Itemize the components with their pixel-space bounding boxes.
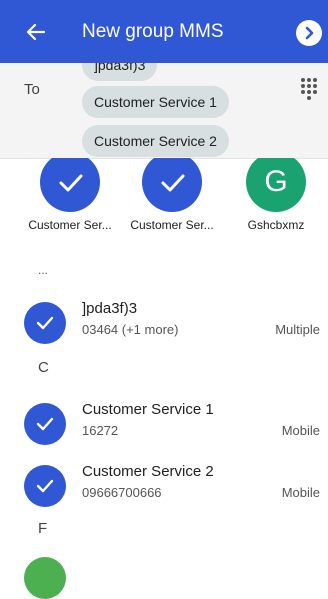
selected-avatar[interactable]: [142, 158, 202, 212]
selected-check-avatar: [24, 302, 66, 344]
section-header: C: [38, 359, 49, 376]
recipient-field[interactable]: To ]pda3f)3 Customer Service 1 Customer …: [0, 63, 328, 159]
page-title: New group MMS: [82, 21, 224, 42]
recipient-chip[interactable]: ]pda3f)3: [82, 63, 158, 81]
chevron-right-icon[interactable]: [296, 20, 322, 46]
selected-avatar[interactable]: G: [246, 158, 306, 212]
contact-row[interactable]: Customer Service 1 16272 Mobile: [0, 399, 328, 455]
selected-contact-label: Gshcbxmz: [247, 218, 305, 232]
section-header: F: [38, 520, 48, 537]
app-bar: New group MMS: [0, 0, 328, 63]
selected-contact-label: Customer Ser...: [28, 218, 112, 232]
contact-number: 03464 (+1 more): [82, 322, 179, 337]
contact-name: Customer Service 2: [82, 463, 214, 480]
selected-check-avatar: [24, 403, 66, 445]
contact-number: 16272: [82, 423, 119, 438]
recipient-chip[interactable]: Customer Service 1: [82, 86, 229, 118]
selected-avatar[interactable]: [40, 158, 100, 212]
contact-row[interactable]: ]pda3f)3 03464 (+1 more) Multiple: [0, 298, 328, 354]
recipient-chip[interactable]: Customer Service 2: [82, 125, 229, 157]
arrow-back-icon[interactable]: [22, 18, 50, 46]
contact-name: ]pda3f)3: [82, 300, 138, 317]
contact-number-type: Mobile: [281, 485, 320, 500]
selected-contacts-strip: Customer Ser... Customer Ser... G Gshcbx…: [0, 158, 328, 248]
to-label: To: [24, 81, 40, 98]
contact-number-type: Mobile: [281, 423, 320, 438]
selected-contact-label: Customer Ser...: [130, 218, 214, 232]
selected-check-avatar: [24, 465, 66, 507]
contact-name: Customer Service 1: [82, 401, 214, 418]
contact-number: 09666700666: [82, 485, 162, 500]
contact-row[interactable]: Customer Service 2 09666700666 Mobile: [0, 461, 328, 517]
contact-number-type: Multiple: [275, 322, 320, 337]
overflow-marker: ...: [38, 263, 49, 277]
contact-avatar[interactable]: [24, 557, 66, 599]
dialpad-icon[interactable]: [299, 76, 319, 100]
